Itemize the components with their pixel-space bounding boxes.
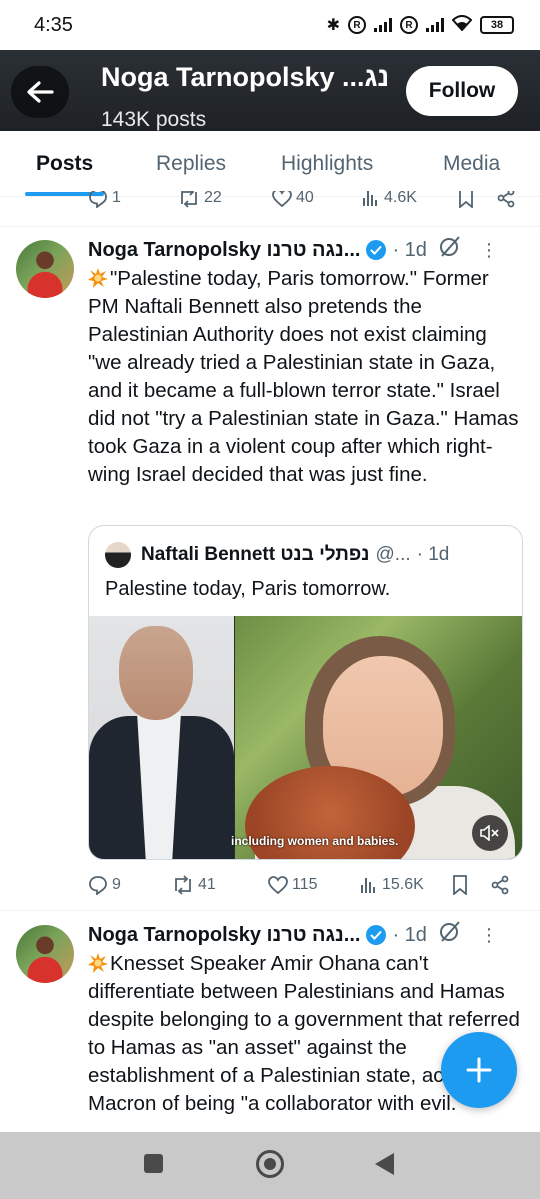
tweet-header: Noga Tarnopolsky נגה טרנו... · 1d ⋮ xyxy=(88,920,520,950)
compose-plus-icon xyxy=(466,1057,492,1083)
home-button[interactable] xyxy=(256,1150,284,1178)
author-name[interactable]: Noga Tarnopolsky נגה טרנו... xyxy=(88,924,360,947)
system-back-button[interactable] xyxy=(375,1153,394,1175)
collision-emoji-icon xyxy=(88,953,108,973)
tweet[interactable]: Noga Tarnopolsky נגה טרנו... · 1d ⋮ Knes… xyxy=(0,0,540,1132)
more-icon[interactable]: ⋮ xyxy=(480,925,498,946)
verified-badge-icon xyxy=(366,925,387,945)
recents-button[interactable] xyxy=(144,1154,163,1173)
tweet-time: · 1d xyxy=(392,923,427,946)
compose-button[interactable] xyxy=(441,1032,517,1108)
tweet-time-value: 1d xyxy=(404,923,427,946)
avatar[interactable] xyxy=(16,925,74,983)
system-navigation-bar xyxy=(0,1132,540,1199)
grok-icon[interactable] xyxy=(438,920,462,950)
